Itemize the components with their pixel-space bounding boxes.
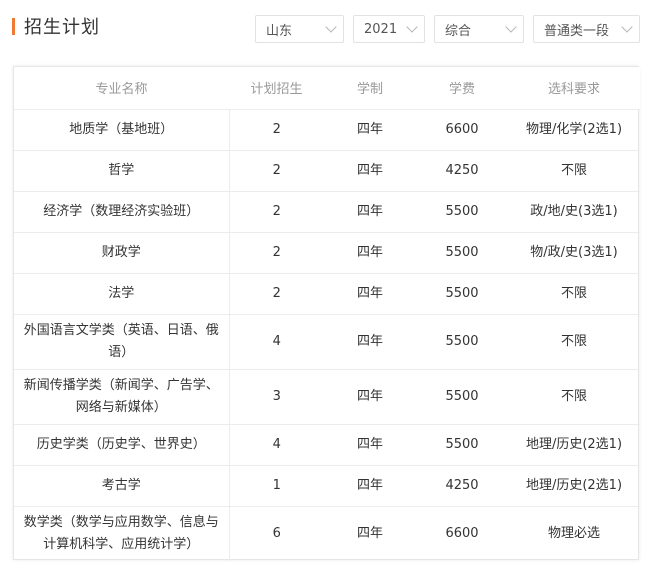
tuition-fee: 4250: [416, 465, 508, 507]
batch-select[interactable]: 普通类一段: [533, 15, 640, 43]
plan-count: 4: [229, 314, 324, 370]
column-header-duration: 学制: [324, 67, 416, 110]
major-name: 经济学（数理经济实验班）: [14, 191, 230, 233]
column-header-plan: 计划招生: [229, 67, 324, 110]
table-row: 考古学 1 四年 4250 地理/历史(2选1): [14, 465, 640, 507]
subject-requirement: 物理必选: [547, 525, 600, 541]
duration: 四年: [324, 232, 416, 274]
category-select[interactable]: 综合: [434, 15, 524, 43]
chevron-down-icon: [621, 20, 633, 33]
table-row: 法学 2 四年 5500 不限: [14, 273, 640, 315]
duration: 四年: [324, 273, 416, 315]
table-row: 历史学类（历史学、世界史） 4 四年 5500 地理/历史(2选1): [14, 424, 640, 466]
tuition-fee: 4250: [416, 150, 508, 192]
tuition-fee: 6600: [416, 109, 508, 151]
subject-requirement: 不限: [508, 314, 640, 370]
table-row: 经济学（数理经济实验班） 2 四年 5500 政/地/史(3选1): [14, 191, 640, 233]
plan-count: 2: [229, 273, 324, 315]
plan-count: 3: [229, 369, 324, 425]
major-name: 地质学（基地班）: [14, 109, 230, 151]
subject-requirement: 不限: [508, 150, 640, 192]
tuition-fee: 5500: [416, 191, 508, 233]
column-header-major: 专业名称: [14, 67, 229, 110]
plan-count: 2: [229, 150, 324, 192]
tuition-fee: 5500: [416, 314, 508, 370]
tuition-fee: 5500: [416, 424, 508, 466]
tuition-fee: 5500: [416, 369, 508, 425]
filter-bar: 山东 2021 综合 普通类一段: [0, 15, 651, 43]
column-header-fee: 学费: [416, 67, 508, 110]
plan-count: 2: [229, 109, 324, 151]
major-name: 哲学: [14, 150, 230, 192]
major-name: 财政学: [14, 232, 230, 274]
subject-requirement: 政/地/史(3选1): [508, 191, 640, 233]
plan-count: 4: [229, 424, 324, 466]
duration: 四年: [324, 369, 416, 425]
plan-count: 1: [229, 465, 324, 507]
subject-requirement: 不限: [508, 273, 640, 315]
table-row: 外国语言文学类（英语、日语、俄语） 4 四年 5500 不限: [14, 314, 640, 370]
table-row: 数学类（数学与应用数学、信息与计算机科学、应用统计学） 6 四年 6600 物理…: [14, 506, 640, 561]
table-row: 新闻传播学类（新闻学、广告学、网络与新媒体） 3 四年 5500 不限: [14, 369, 640, 425]
table-row: 财政学 2 四年 5500 物/政/史(3选1): [14, 232, 640, 274]
batch-select-value: 普通类一段: [544, 23, 610, 39]
major-name: 数学类（数学与应用数学、信息与计算机科学、应用统计学）: [14, 506, 230, 561]
duration: 四年: [324, 191, 416, 233]
major-name: 法学: [14, 273, 230, 315]
duration: 四年: [324, 109, 416, 151]
duration: 四年: [324, 465, 416, 507]
duration: 四年: [356, 525, 383, 541]
duration: 四年: [324, 314, 416, 370]
year-select[interactable]: 2021: [353, 15, 425, 43]
subject-requirement: 不限: [508, 369, 640, 425]
duration: 四年: [324, 150, 416, 192]
chevron-down-icon: [325, 20, 337, 33]
table-row: 哲学 2 四年 4250 不限: [14, 150, 640, 192]
plan-count: 6: [272, 525, 281, 541]
column-header-requirement: 选科要求: [508, 67, 640, 110]
duration: 四年: [324, 424, 416, 466]
major-name: 考古学: [14, 465, 230, 507]
subject-requirement: 物/政/史(3选1): [508, 232, 640, 274]
subject-requirement: 地理/历史(2选1): [508, 424, 640, 466]
subject-requirement: 地理/历史(2选1): [508, 465, 640, 507]
tuition-fee: 5500: [416, 232, 508, 274]
province-select[interactable]: 山东: [255, 15, 344, 43]
tuition-fee: 6600: [445, 525, 479, 541]
chevron-down-icon: [505, 20, 517, 33]
province-select-value: 山东: [266, 23, 293, 39]
plan-count: 2: [229, 191, 324, 233]
subject-requirement: 物理/化学(2选1): [508, 109, 640, 151]
enrollment-plan-table: 专业名称 计划招生 学制 学费 选科要求 地质学（基地班） 2 四年 6600 …: [13, 66, 640, 561]
major-name: 外国语言文学类（英语、日语、俄语）: [14, 314, 230, 370]
major-name: 历史学类（历史学、世界史）: [14, 424, 230, 466]
tuition-fee: 5500: [416, 273, 508, 315]
table-row: 地质学（基地班） 2 四年 6600 物理/化学(2选1): [14, 109, 640, 151]
table-header-row: 专业名称 计划招生 学制 学费 选科要求: [14, 67, 640, 110]
major-name: 新闻传播学类（新闻学、广告学、网络与新媒体）: [14, 369, 230, 425]
chevron-down-icon: [406, 20, 418, 33]
year-select-value: 2021: [364, 21, 398, 37]
plan-count: 2: [229, 232, 324, 274]
category-select-value: 综合: [445, 23, 472, 39]
